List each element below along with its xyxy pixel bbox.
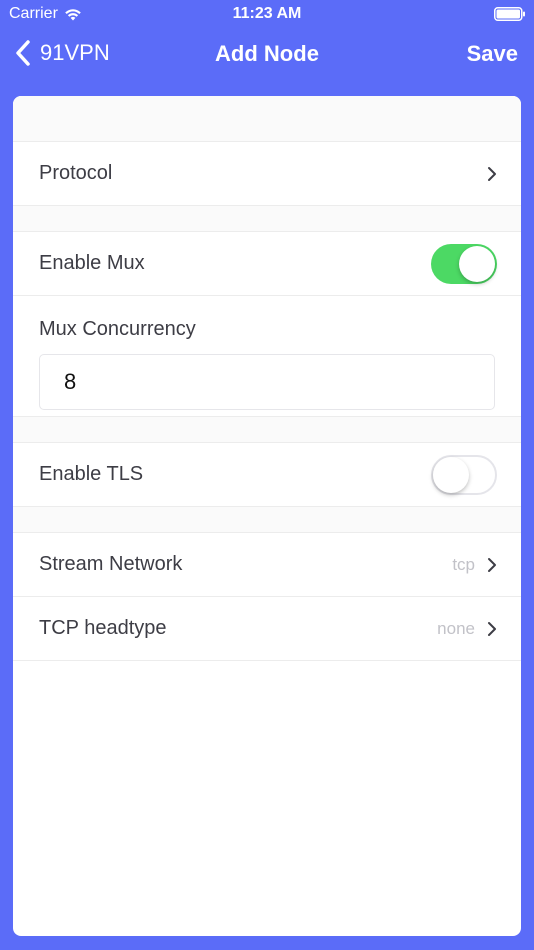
mux-concurrency-label: Mux Concurrency bbox=[39, 318, 196, 340]
enable-tls-toggle[interactable] bbox=[431, 454, 497, 495]
stream-network-value: tcp bbox=[452, 554, 475, 574]
stream-network-label: Stream Network bbox=[39, 553, 183, 575]
page-title: Add Node bbox=[215, 41, 319, 66]
chevron-right-icon bbox=[488, 621, 496, 636]
enable-mux-toggle[interactable] bbox=[431, 243, 497, 284]
section-spacer bbox=[13, 96, 521, 142]
status-time: 11:23 AM bbox=[232, 5, 302, 22]
stream-network-row[interactable]: Stream Network tcp bbox=[13, 533, 521, 597]
toggle-knob bbox=[433, 456, 469, 493]
chevron-right-icon bbox=[488, 557, 496, 572]
toggle-knob bbox=[459, 245, 495, 282]
mux-concurrency-block: Mux Concurrency bbox=[13, 296, 521, 417]
section-spacer bbox=[13, 507, 521, 533]
save-button[interactable]: Save bbox=[467, 41, 518, 67]
protocol-row[interactable]: Protocol bbox=[13, 142, 521, 206]
status-bar: Carrier 11:23 AM bbox=[0, 0, 534, 30]
enable-mux-label: Enable Mux bbox=[39, 252, 145, 274]
nav-bar: 91VPN Add Node Save bbox=[0, 30, 534, 78]
section-spacer bbox=[13, 206, 521, 232]
settings-card: Protocol Enable Mux Mux Concurrency Enab… bbox=[13, 96, 521, 936]
section-spacer bbox=[13, 417, 521, 443]
tcp-headtype-value: none bbox=[437, 618, 475, 638]
battery-icon bbox=[494, 7, 525, 21]
tcp-headtype-row[interactable]: TCP headtype none bbox=[13, 597, 521, 661]
tcp-headtype-label: TCP headtype bbox=[39, 617, 167, 639]
protocol-label: Protocol bbox=[39, 162, 113, 184]
enable-tls-label: Enable TLS bbox=[39, 463, 144, 485]
enable-mux-row: Enable Mux bbox=[13, 232, 521, 296]
mux-concurrency-input[interactable] bbox=[39, 354, 495, 410]
chevron-right-icon bbox=[488, 166, 496, 181]
enable-tls-row: Enable TLS bbox=[13, 443, 521, 507]
